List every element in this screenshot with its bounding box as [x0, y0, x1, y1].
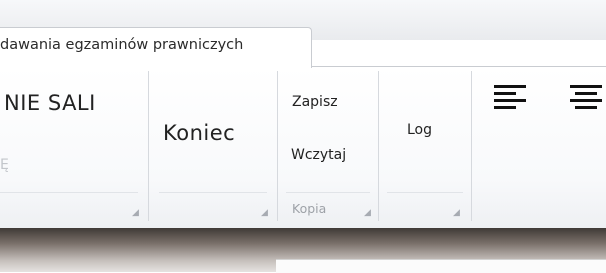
group-divider	[387, 192, 463, 193]
group-divider	[159, 192, 267, 193]
koniec-button[interactable]: Koniec	[163, 121, 235, 145]
ribbon-group-koniec: Koniec ◢	[149, 67, 277, 227]
ribbon-group-log: Log ◢	[379, 67, 471, 227]
sala-button-label[interactable]: NIE SALI	[4, 91, 96, 115]
group-divider	[286, 192, 370, 193]
content-panel-edge	[276, 259, 606, 273]
dialog-launcher-icon[interactable]: ◢	[453, 208, 460, 218]
log-button[interactable]: Log	[407, 122, 432, 138]
zapisz-button[interactable]: Zapisz	[292, 94, 338, 110]
ribbon-group-kopia: Zapisz Wczytaj Kopia ◢	[278, 67, 378, 227]
ribbon-tab-label: dawania egzaminów prawniczych	[0, 37, 244, 53]
dialog-launcher-icon[interactable]: ◢	[132, 208, 139, 218]
dialog-launcher-icon[interactable]: ◢	[364, 208, 371, 218]
ribbon-tab-active[interactable]: dawania egzaminów prawniczych	[0, 27, 312, 68]
align-left-icon[interactable]	[494, 85, 526, 113]
sala-sub-label: Ę	[0, 157, 9, 173]
dialog-launcher-icon[interactable]: ◢	[261, 208, 268, 218]
group-separator	[471, 71, 472, 221]
align-center-icon[interactable]	[570, 85, 602, 113]
ribbon-panel: NIE SALI Ę ◢ Koniec ◢ Zapisz Wczytaj Kop…	[0, 66, 606, 228]
wczytaj-button[interactable]: Wczytaj	[291, 147, 346, 163]
ribbon-group-sala: NIE SALI Ę ◢	[0, 67, 148, 227]
group-divider	[0, 192, 138, 193]
kopia-group-label: Kopia	[292, 201, 327, 216]
